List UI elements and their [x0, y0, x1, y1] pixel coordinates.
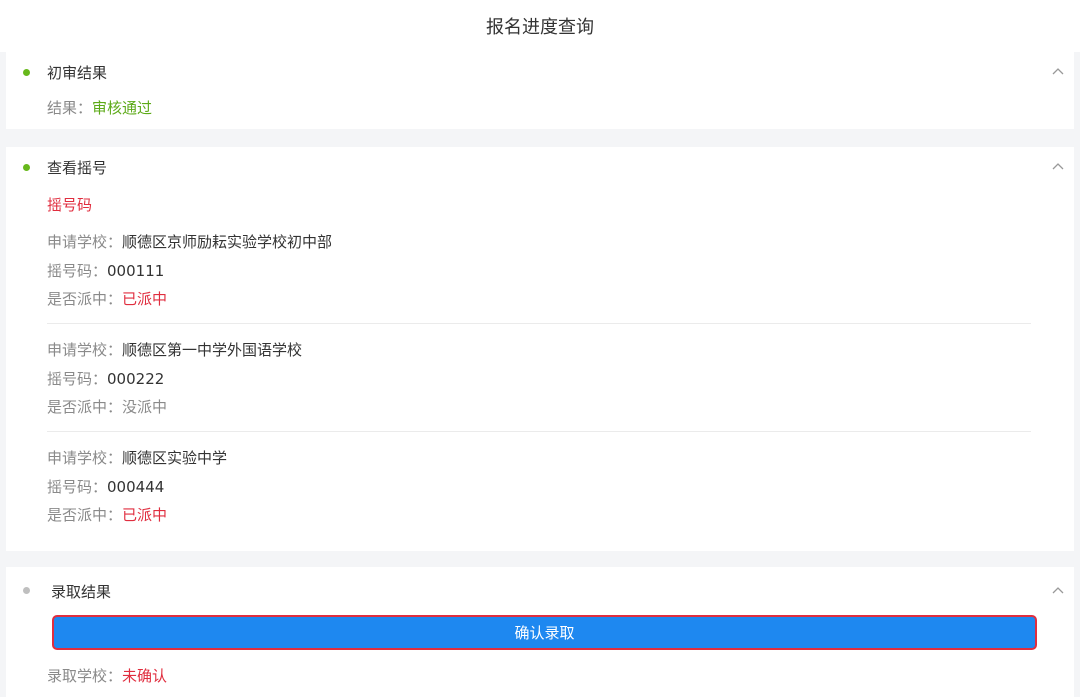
lottery-code: 摇号码：000111 — [47, 260, 164, 281]
lottery-code-subtitle: 摇号码 — [47, 196, 93, 214]
assigned-value: 没派中 — [122, 398, 168, 416]
divider — [47, 323, 1031, 324]
lottery-code: 摇号码：000444 — [47, 476, 164, 497]
school-label: 申请学校： — [47, 449, 123, 467]
application-school: 申请学校：顺德区京师励耘实验学校初中部 — [47, 231, 332, 252]
code-label: 摇号码： — [47, 370, 108, 388]
code-value: 000222 — [107, 370, 165, 388]
section-header[interactable]: 查看摇号 — [6, 147, 1074, 187]
admission-school: 录取学校：未确认 — [47, 665, 167, 686]
code-value: 000444 — [107, 478, 165, 496]
chevron-up-icon[interactable] — [1051, 65, 1065, 79]
school-value: 顺德区京师励耘实验学校初中部 — [122, 233, 333, 251]
section-lottery: 查看摇号 摇号码 申请学校：顺德区京师励耘实验学校初中部 摇号码：000111 … — [6, 147, 1074, 551]
section-admission: 录取结果 确认录取 录取学校：未确认 — [6, 567, 1074, 697]
assigned-value: 已派中 — [122, 506, 168, 524]
chevron-up-icon[interactable] — [1051, 584, 1065, 598]
assignment-status: 是否派中：已派中 — [47, 288, 167, 309]
school-value: 顺德区实验中学 — [122, 449, 228, 467]
section-title: 初审结果 — [47, 63, 108, 82]
assigned-label: 是否派中： — [47, 290, 123, 308]
section-title: 查看摇号 — [47, 158, 108, 177]
status-dot-icon — [23, 69, 30, 76]
code-value: 000111 — [107, 262, 165, 280]
divider — [47, 431, 1031, 432]
result-label: 结果： — [47, 99, 93, 117]
review-result: 结果：审核通过 — [47, 97, 152, 118]
page-header: 报名进度查询 — [0, 0, 1080, 52]
assignment-status: 是否派中：没派中 — [47, 396, 167, 417]
section-preliminary-review: 初审结果 结果：审核通过 — [6, 52, 1074, 129]
application-school: 申请学校：顺德区实验中学 — [47, 447, 227, 468]
result-value: 审核通过 — [92, 99, 153, 117]
school-label: 申请学校： — [47, 233, 123, 251]
section-header[interactable]: 录取结果 — [6, 567, 1074, 615]
section-header[interactable]: 初审结果 — [6, 52, 1074, 92]
status-dot-icon — [23, 587, 30, 594]
code-label: 摇号码： — [47, 262, 108, 280]
section-title: 录取结果 — [51, 582, 112, 601]
assigned-label: 是否派中： — [47, 506, 123, 524]
admission-school-value: 未确认 — [122, 667, 168, 685]
lottery-code: 摇号码：000222 — [47, 368, 164, 389]
code-label: 摇号码： — [47, 478, 108, 496]
school-label: 申请学校： — [47, 341, 123, 359]
status-dot-icon — [23, 164, 30, 171]
chevron-up-icon[interactable] — [1051, 160, 1065, 174]
page-title: 报名进度查询 — [486, 17, 594, 38]
assignment-status: 是否派中：已派中 — [47, 504, 167, 525]
assigned-value: 已派中 — [122, 290, 168, 308]
application-school: 申请学校：顺德区第一中学外国语学校 — [47, 339, 302, 360]
admission-school-label: 录取学校： — [47, 667, 123, 685]
school-value: 顺德区第一中学外国语学校 — [122, 341, 303, 359]
confirm-admission-button[interactable]: 确认录取 — [52, 615, 1037, 650]
assigned-label: 是否派中： — [47, 398, 123, 416]
